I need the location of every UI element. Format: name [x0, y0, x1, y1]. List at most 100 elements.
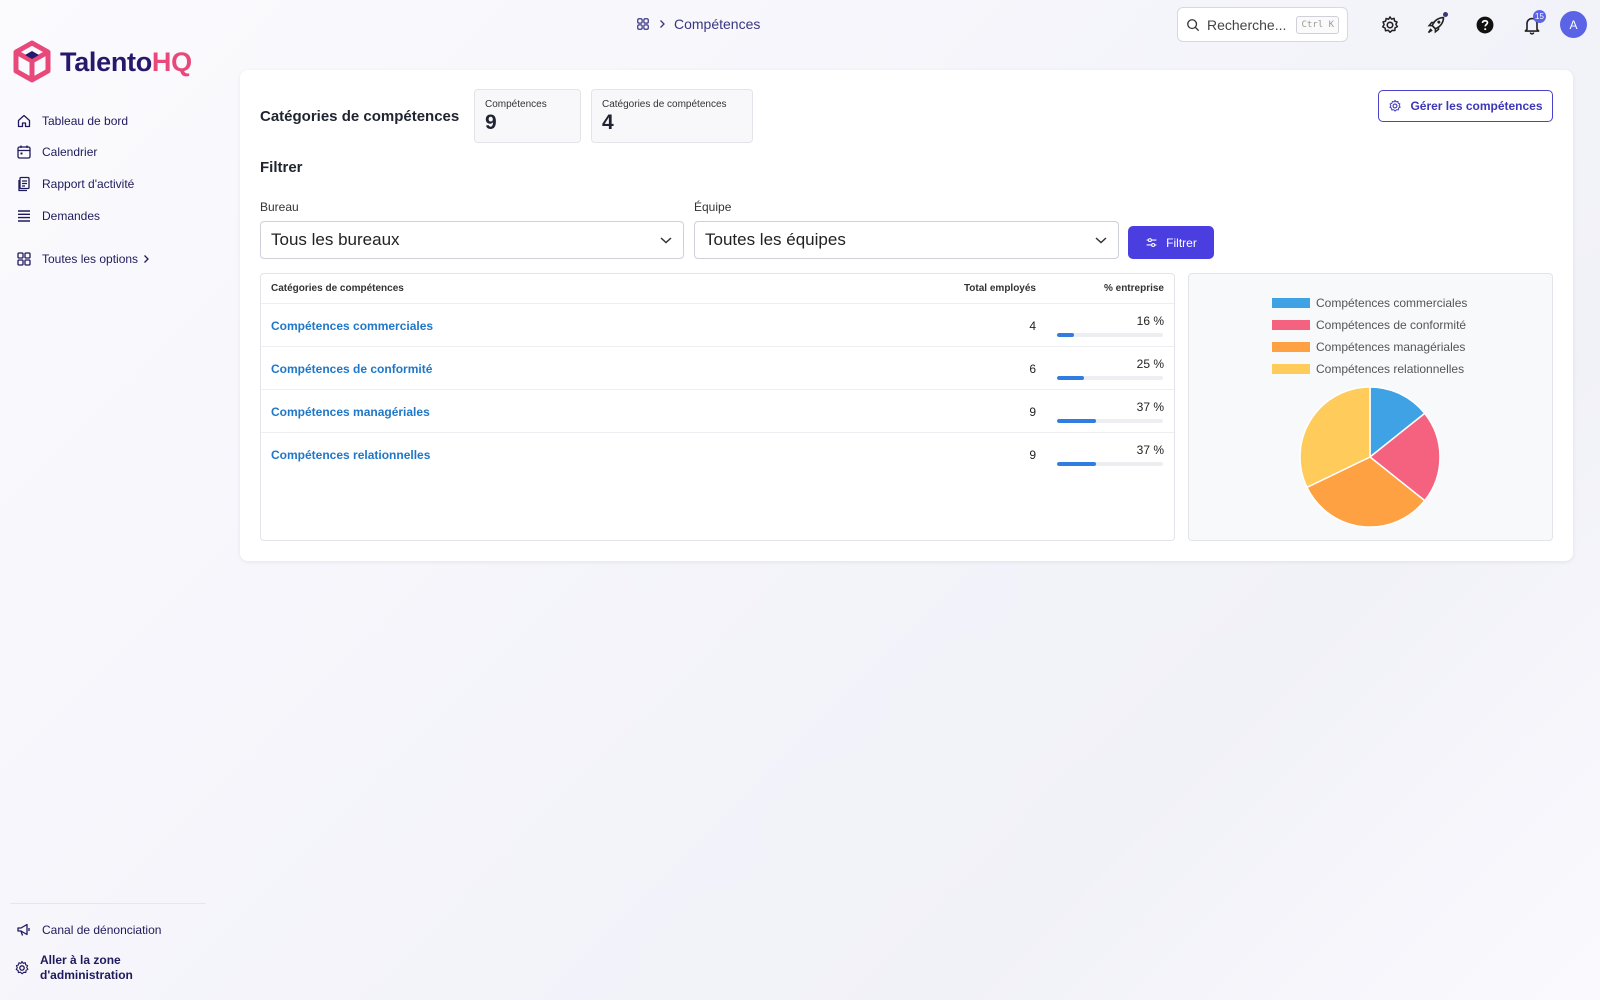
- settings-button[interactable]: [1378, 13, 1402, 37]
- brand-name: TalentoHQ: [60, 47, 192, 78]
- manage-skills-button[interactable]: Gérer les compétences: [1378, 90, 1553, 122]
- apps-grid-icon[interactable]: [636, 17, 650, 31]
- brand-name-part-b: HQ: [151, 46, 192, 77]
- notifications-badge: 15: [1533, 10, 1546, 23]
- category-link[interactable]: Compétences managériales: [271, 405, 430, 419]
- help-icon: [1476, 16, 1494, 34]
- avatar[interactable]: A: [1560, 11, 1587, 38]
- brand-name-part-a: Talento: [60, 46, 152, 77]
- company-percent: 16 %: [1136, 314, 1164, 328]
- legend-item[interactable]: Compétences de conformité: [1272, 318, 1466, 332]
- filter-button-label: Filtrer: [1166, 235, 1197, 250]
- sidebar-item-requests[interactable]: Demandes: [16, 208, 100, 224]
- percent-bar-fill: [1057, 376, 1084, 380]
- sidebar-divider: [10, 903, 206, 904]
- sidebar-all-options-label: Toutes les options: [42, 252, 139, 266]
- legend-label: Compétences de conformité: [1316, 318, 1466, 332]
- category-link[interactable]: Compétences relationnelles: [271, 448, 430, 462]
- team-select[interactable]: Toutes les équipes: [694, 221, 1119, 259]
- company-percent: 37 %: [1136, 400, 1164, 414]
- legend-swatch: [1272, 342, 1310, 352]
- table-row: Compétences commerciales 4 16 %: [261, 303, 1174, 346]
- chevron-right-icon: [144, 255, 149, 263]
- search-shortcut: Ctrl K: [1296, 15, 1339, 34]
- category-link[interactable]: Compétences commerciales: [271, 319, 433, 333]
- percent-bar-fill: [1057, 419, 1097, 423]
- stat-skills: Compétences 9: [474, 89, 581, 143]
- category-link[interactable]: Compétences de conformité: [271, 362, 432, 376]
- total-employees: 6: [1029, 362, 1036, 376]
- sidebar-item-activity-report[interactable]: Rapport d'activité: [16, 176, 134, 192]
- calendar-icon: [17, 145, 31, 159]
- search-box[interactable]: Recherche... Ctrl K: [1177, 7, 1348, 42]
- cube-logo-icon: [13, 40, 51, 83]
- filter-section-title: Filtrer: [260, 159, 303, 176]
- grid-icon: [17, 252, 31, 266]
- sidebar-item-label: Calendrier: [42, 145, 98, 159]
- table-row: Compétences relationnelles 9 37 %: [261, 432, 1174, 475]
- filter-button[interactable]: Filtrer: [1128, 226, 1214, 259]
- company-percent: 37 %: [1136, 443, 1164, 457]
- stat-value: 4: [602, 111, 614, 134]
- sidebar-item-label: Rapport d'activité: [42, 177, 135, 191]
- column-header-total: Total employés: [963, 283, 1036, 294]
- table-row: Compétences de conformité 6 25 %: [261, 346, 1174, 389]
- stat-label: Catégories de compétences: [602, 99, 727, 110]
- percent-bar-fill: [1057, 462, 1097, 466]
- legend-swatch: [1272, 364, 1310, 374]
- team-select-value: Toutes les équipes: [705, 230, 846, 249]
- pie-chart-panel: Compétences commerciales Compétences de c…: [1188, 273, 1553, 541]
- launch-indicator-dot: [1443, 12, 1448, 17]
- office-select[interactable]: Tous les bureaux: [260, 221, 684, 259]
- requests-icon: [18, 210, 30, 222]
- help-button[interactable]: [1473, 13, 1497, 37]
- percent-bar: [1057, 462, 1163, 466]
- search-icon: [1187, 18, 1200, 31]
- legend-swatch: [1272, 320, 1310, 330]
- percent-bar-fill: [1057, 333, 1074, 337]
- legend-label: Compétences relationnelles: [1316, 362, 1464, 376]
- pie-chart: Compétences commerciales Compétences de c…: [1272, 296, 1467, 528]
- legend-item[interactable]: Compétences commerciales: [1272, 296, 1467, 310]
- stat-value: 9: [485, 111, 497, 134]
- chevron-right-icon: [660, 20, 665, 28]
- report-icon: [18, 176, 30, 192]
- column-header-percent: % entreprise: [1103, 283, 1164, 294]
- total-employees: 9: [1029, 448, 1036, 462]
- column-header-category: Catégories de compétences: [271, 283, 404, 294]
- office-filter-label: Bureau: [260, 200, 299, 214]
- legend-item[interactable]: Compétences managériales: [1272, 340, 1465, 354]
- sidebar-item-label: Demandes: [42, 209, 101, 223]
- company-percent: 25 %: [1136, 357, 1164, 371]
- office-select-value: Tous les bureaux: [271, 230, 400, 249]
- sidebar-item-label: Tableau de bord: [42, 114, 129, 128]
- total-employees: 4: [1029, 319, 1036, 333]
- sidebar-item-whistleblowing[interactable]: Canal de dénonciation: [16, 922, 161, 938]
- gear-icon: [1382, 16, 1399, 33]
- team-filter-label: Équipe: [694, 200, 732, 214]
- stat-label: Compétences: [485, 99, 547, 110]
- stat-skill-categories: Catégories de compétences 4: [591, 89, 753, 143]
- gear-icon: [15, 960, 29, 975]
- legend-item[interactable]: Compétences relationnelles: [1272, 362, 1464, 376]
- percent-bar: [1057, 376, 1163, 380]
- sidebar-item-dashboard[interactable]: Tableau de bord: [16, 113, 128, 129]
- sidebar-item-admin-zone[interactable]: Aller à la zone d'administration: [14, 953, 150, 983]
- legend-label: Compétences commerciales: [1316, 296, 1467, 310]
- sidebar-item-label: Canal de dénonciation: [42, 923, 162, 937]
- brand-logo[interactable]: TalentoHQ: [12, 40, 192, 84]
- sidebar-item-calendar[interactable]: Calendrier: [16, 144, 97, 160]
- sidebar-item-label: Aller à la zone d'administration: [40, 953, 133, 982]
- legend-label: Compétences managériales: [1316, 340, 1465, 354]
- breadcrumb: Compétences: [636, 16, 760, 32]
- sidebar-all-options[interactable]: Toutes les options: [16, 251, 150, 267]
- percent-bar: [1057, 333, 1163, 337]
- table-row: Compétences managériales 9 37 %: [261, 389, 1174, 432]
- total-employees: 9: [1029, 405, 1036, 419]
- legend-swatch: [1272, 298, 1310, 308]
- chevron-down-icon: [1095, 237, 1107, 244]
- chevron-down-icon: [660, 237, 672, 244]
- gear-icon: [1389, 99, 1402, 112]
- manage-skills-label: Gérer les compétences: [1410, 99, 1543, 113]
- sliders-icon: [1146, 238, 1157, 247]
